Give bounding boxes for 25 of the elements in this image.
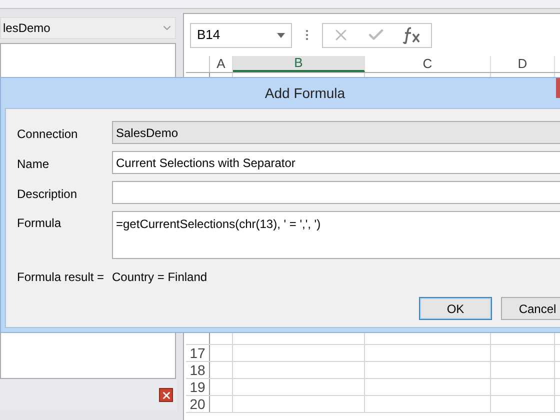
field-label: Name — [17, 156, 50, 173]
row-number: 17 — [190, 346, 206, 360]
column-header[interactable]: C — [365, 56, 491, 72]
result-value: Country = Finland — [112, 269, 208, 286]
row-number: 19 — [190, 380, 206, 394]
caret-icon — [277, 32, 285, 38]
field-label: Formula — [17, 215, 62, 232]
connection-combo[interactable]: SalesDemo — [112, 121, 560, 144]
row-number: 18 — [190, 363, 206, 377]
function-icon[interactable] — [402, 26, 422, 44]
result-label: Formula result = — [17, 269, 106, 286]
close-icon[interactable] — [159, 388, 173, 402]
text-input-field[interactable]: Current Selections with Separator — [112, 151, 560, 174]
column-header[interactable]: B — [233, 56, 365, 72]
connection-dropdown[interactable]: lesDemo — [0, 17, 176, 39]
field-label: Description — [17, 186, 78, 203]
dialog-title: Add Formula — [264, 84, 346, 102]
column-header[interactable]: D — [491, 56, 555, 72]
field-label: Connection — [17, 126, 79, 143]
text-input-field[interactable] — [112, 181, 560, 204]
row-number: 20 — [190, 397, 206, 411]
dialog-button[interactable]: OK — [419, 297, 492, 320]
dialog-button[interactable]: Cancel — [501, 297, 560, 320]
formula-input-field[interactable]: =getCurrentSelections(chr(13), ' = ',', ') — [112, 211, 560, 259]
name-box[interactable]: B14 — [190, 22, 292, 48]
